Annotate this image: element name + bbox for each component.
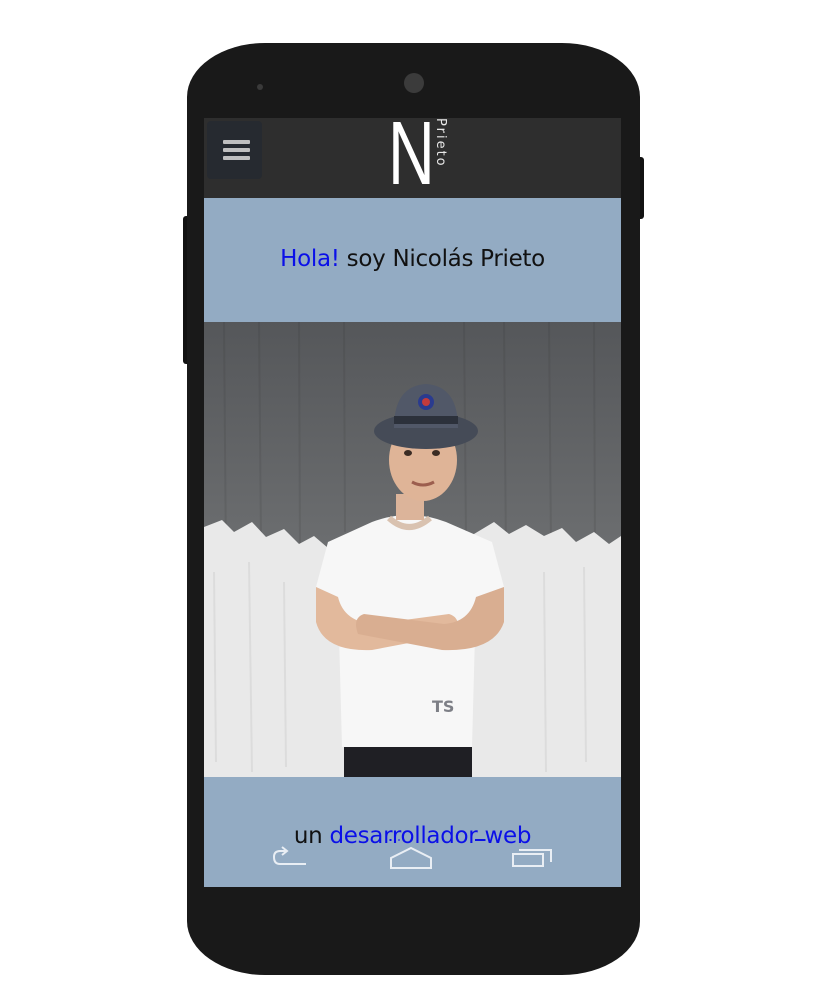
greeting-heading: Hola! soy Nicolás Prieto <box>204 246 621 272</box>
logo-word: Prieto <box>433 118 448 168</box>
recent-apps-icon[interactable] <box>511 846 553 868</box>
portrait-photo: TS <box>204 322 621 777</box>
greeting-accent: Hola! <box>280 246 340 272</box>
hamburger-menu-button[interactable] <box>207 121 262 179</box>
logo-letter: N <box>388 118 435 204</box>
phone-screen: N Prieto Hola! soy Nicolás Prieto TS un … <box>204 118 621 887</box>
top-navigation-bar: N Prieto <box>204 118 621 204</box>
greeting-name: soy Nicolás Prieto <box>339 246 546 272</box>
portrait-illustration: TS <box>204 322 621 777</box>
svg-text:TS: TS <box>432 697 454 716</box>
greeting-section: Hola! soy Nicolás Prieto <box>204 198 621 322</box>
home-icon[interactable] <box>389 846 433 870</box>
tagline-section: un desarrollador web <box>204 777 621 887</box>
site-logo[interactable]: N Prieto <box>388 118 448 204</box>
proximity-sensor <box>257 84 263 90</box>
front-camera <box>404 73 424 93</box>
back-arrow-icon[interactable] <box>270 846 310 868</box>
